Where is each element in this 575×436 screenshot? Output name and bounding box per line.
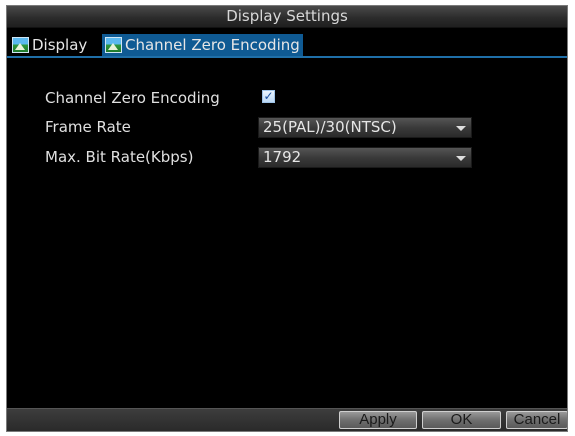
display-settings-window: Display Settings Display Channel Zero En…: [6, 5, 568, 432]
channel-zero-encoding-checkbox[interactable]: ✓: [262, 90, 275, 103]
tab-display-label: Display: [32, 36, 88, 54]
frame-rate-select[interactable]: 25(PAL)/30(NTSC): [258, 117, 472, 138]
apply-button[interactable]: Apply: [339, 411, 417, 429]
window-title: Display Settings: [7, 6, 567, 28]
chevron-down-icon: [456, 156, 466, 161]
tab-display[interactable]: Display: [9, 34, 90, 56]
picture-icon: [12, 37, 29, 53]
frame-rate-value: 25(PAL)/30(NTSC): [263, 118, 397, 136]
max-bit-rate-value: 1792: [263, 148, 302, 166]
footer-bar: Apply OK Cancel: [7, 408, 567, 431]
ok-button[interactable]: OK: [422, 411, 501, 429]
tab-underline: [7, 56, 567, 58]
tab-bar: Display Channel Zero Encoding: [7, 28, 567, 58]
max-bit-rate-label: Max. Bit Rate(Kbps): [45, 148, 194, 166]
settings-panel: Channel Zero Encoding ✓ Frame Rate 25(PA…: [7, 60, 567, 409]
tab-channel-zero-encoding-label: Channel Zero Encoding: [125, 36, 300, 54]
max-bit-rate-select[interactable]: 1792: [258, 147, 472, 168]
tab-channel-zero-encoding[interactable]: Channel Zero Encoding: [102, 34, 303, 56]
picture-icon: [105, 37, 122, 53]
frame-rate-label: Frame Rate: [45, 118, 131, 136]
channel-zero-encoding-label: Channel Zero Encoding: [45, 89, 220, 107]
cancel-button[interactable]: Cancel: [506, 411, 567, 429]
chevron-down-icon: [456, 126, 466, 131]
